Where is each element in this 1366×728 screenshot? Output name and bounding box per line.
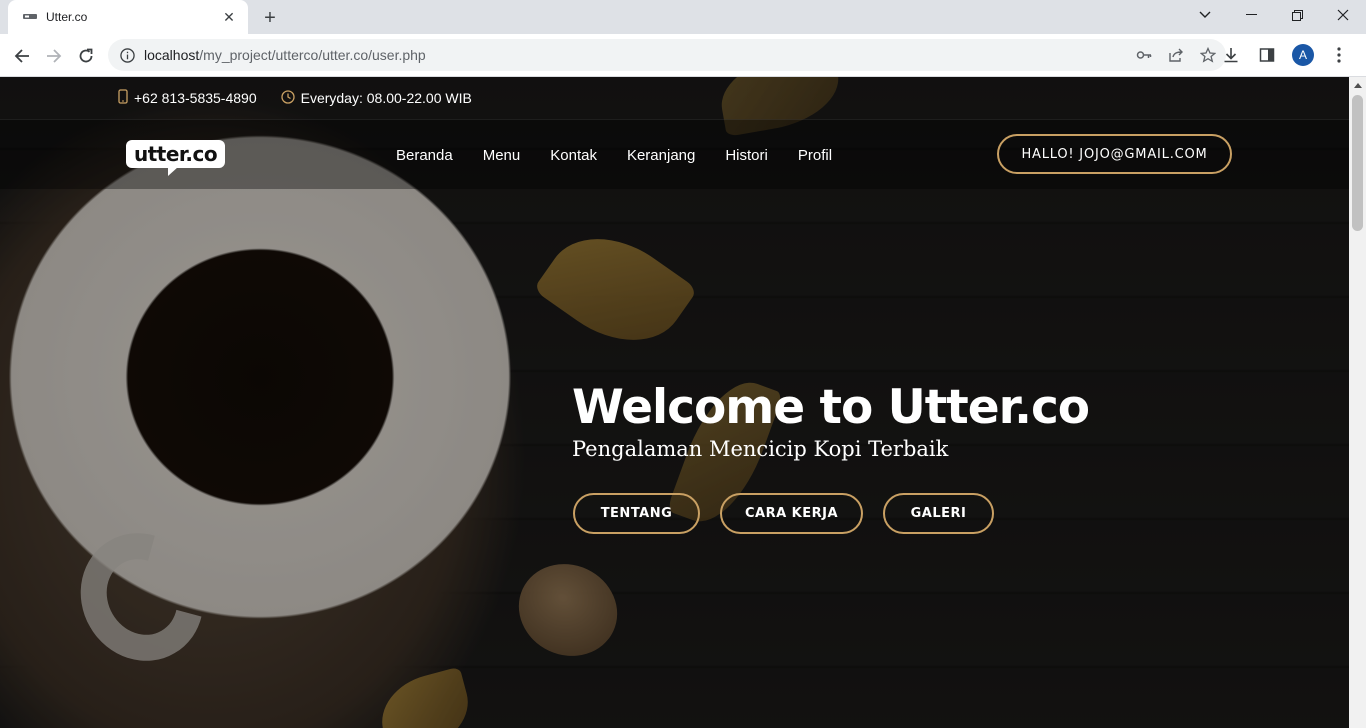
user-greeting-button[interactable]: HALLO! JOJO@GMAIL.COM bbox=[997, 134, 1232, 174]
site-header: utter.co Beranda Menu Kontak Keranjang H… bbox=[0, 119, 1349, 189]
site-logo[interactable]: utter.co bbox=[126, 140, 226, 176]
browser-tab[interactable]: Utter.co ✕ bbox=[8, 0, 248, 34]
nav-histori[interactable]: Histori bbox=[725, 147, 768, 164]
nav-beranda[interactable]: Beranda bbox=[396, 147, 453, 164]
menu-kebab-icon[interactable] bbox=[1326, 42, 1352, 68]
key-icon[interactable] bbox=[1134, 45, 1154, 65]
url-text: localhost/my_project/utterco/utter.co/us… bbox=[144, 47, 426, 63]
download-icon[interactable] bbox=[1218, 42, 1244, 68]
nav-kontak[interactable]: Kontak bbox=[550, 147, 597, 164]
scroll-up-arrow-icon[interactable] bbox=[1349, 77, 1366, 94]
nav-profil[interactable]: Profil bbox=[798, 147, 832, 164]
toolbar-actions: A bbox=[1218, 42, 1366, 68]
forward-icon[interactable] bbox=[40, 42, 68, 70]
browser-toolbar: localhost/my_project/utterco/utter.co/us… bbox=[0, 34, 1366, 77]
phone-number: +62 813-5835-4890 bbox=[134, 90, 257, 106]
main-nav: Beranda Menu Kontak Keranjang Histori Pr… bbox=[396, 120, 832, 190]
hero-title: Welcome to Utter.co bbox=[572, 380, 1090, 435]
phone-info: +62 813-5835-4890 bbox=[118, 89, 257, 107]
restore-button[interactable] bbox=[1274, 0, 1320, 30]
tab-search-icon[interactable] bbox=[1182, 0, 1228, 30]
hero-subtitle: Pengalaman Mencicip Kopi Terbaik bbox=[572, 437, 949, 461]
galeri-button[interactable]: GALERI bbox=[883, 493, 994, 534]
window-controls bbox=[1182, 0, 1366, 30]
tab-title: Utter.co bbox=[46, 10, 88, 24]
page-scrollbar[interactable] bbox=[1349, 77, 1366, 728]
clock-icon bbox=[280, 89, 295, 107]
opening-hours: Everyday: 08.00-22.00 WIB bbox=[300, 90, 472, 106]
scrollbar-thumb[interactable] bbox=[1352, 95, 1363, 231]
page-viewport: +62 813-5835-4890 Everyday: 08.00-22.00 … bbox=[0, 77, 1366, 728]
share-icon[interactable] bbox=[1166, 45, 1186, 65]
back-icon[interactable] bbox=[8, 42, 36, 70]
close-window-button[interactable] bbox=[1320, 0, 1366, 30]
hero-buttons: TENTANG CARA KERJA GALERI bbox=[573, 493, 994, 534]
new-tab-button[interactable]: + bbox=[258, 6, 282, 30]
url-path: /my_project/utterco/utter.co/user.php bbox=[199, 47, 426, 63]
cara-kerja-button[interactable]: CARA KERJA bbox=[720, 493, 863, 534]
hours-info: Everyday: 08.00-22.00 WIB bbox=[280, 89, 472, 107]
tentang-button[interactable]: TENTANG bbox=[573, 493, 700, 534]
omnibox-actions bbox=[1134, 45, 1218, 65]
nav-keranjang[interactable]: Keranjang bbox=[627, 147, 695, 164]
reload-icon[interactable] bbox=[72, 42, 100, 70]
side-panel-icon[interactable] bbox=[1254, 42, 1280, 68]
phone-icon bbox=[118, 89, 128, 107]
browser-tab-bar: Utter.co ✕ + bbox=[0, 0, 1366, 34]
contact-topbar: +62 813-5835-4890 Everyday: 08.00-22.00 … bbox=[0, 77, 1349, 119]
close-tab-icon[interactable]: ✕ bbox=[220, 8, 238, 26]
site-info-icon[interactable] bbox=[118, 46, 136, 64]
avatar-initial: A bbox=[1292, 44, 1314, 66]
url-host: localhost bbox=[144, 47, 200, 63]
minimize-button[interactable] bbox=[1228, 0, 1274, 30]
address-bar[interactable]: localhost/my_project/utterco/utter.co/us… bbox=[108, 39, 1226, 71]
nav-menu[interactable]: Menu bbox=[483, 147, 521, 164]
bookmark-star-icon[interactable] bbox=[1198, 45, 1218, 65]
profile-avatar[interactable]: A bbox=[1290, 42, 1316, 68]
favicon-icon bbox=[22, 9, 38, 25]
